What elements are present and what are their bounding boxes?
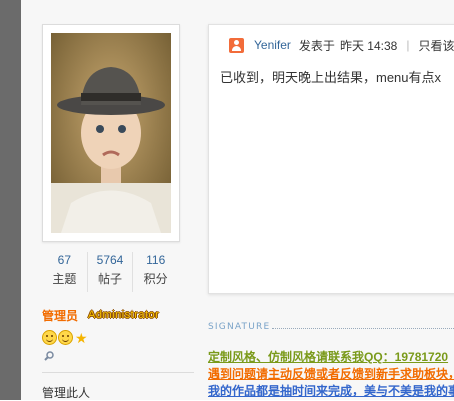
stat-threads[interactable]: 67 主题: [42, 252, 88, 292]
post-author-link[interactable]: Yenifer: [254, 38, 291, 52]
stat-threads-label: 主题: [52, 272, 77, 286]
user-role: 管理员 Administrator: [42, 306, 159, 324]
header-separator: |: [406, 38, 410, 52]
role-title: Administrator: [88, 309, 160, 321]
role-name[interactable]: 管理员: [42, 307, 78, 324]
stat-credits[interactable]: 116 积分: [133, 252, 178, 292]
signature-divider: [272, 328, 454, 329]
manage-user-link[interactable]: 管理此人: [42, 384, 90, 401]
stat-threads-value[interactable]: 67: [42, 252, 87, 268]
posted-label: 发表于: [298, 38, 335, 53]
signature-line-note[interactable]: 我的作品都是抽时间来完成，美与不美是我的事: [208, 382, 454, 399]
signature-label: SIGNATURE: [208, 322, 271, 332]
post-content-card: Yenifer 发表于 昨天 14:38 | 只看该 已收到，明天晚上出结果，m…: [208, 24, 454, 294]
post-header: Yenifer 发表于 昨天 14:38 | 只看该: [229, 37, 454, 53]
stat-posts[interactable]: 5764 帖子: [88, 252, 134, 292]
magic-tool-icon[interactable]: [44, 351, 54, 361]
smiley-medal-icon[interactable]: [58, 330, 73, 345]
stat-credits-value[interactable]: 116: [133, 252, 178, 268]
medal-list: ★: [42, 330, 88, 345]
stat-posts-value[interactable]: 5764: [88, 252, 133, 268]
stat-posts-label: 帖子: [98, 272, 123, 286]
avatar-photo: [51, 33, 171, 233]
stat-credits-label: 积分: [143, 272, 168, 286]
view-author-only-link[interactable]: 只看该: [418, 37, 454, 54]
avatar[interactable]: [42, 24, 180, 242]
user-profile-panel: 67 主题 5764 帖子 116 积分 管理员 Administrator ★…: [21, 0, 201, 400]
user-online-icon: [229, 37, 244, 53]
window-left-edge: [0, 0, 21, 400]
profile-divider: [42, 372, 194, 373]
post-body-text: 已收到，明天晚上出结果，menu有点x: [220, 70, 442, 85]
smiley-medal-icon[interactable]: [42, 330, 57, 345]
signature-line-feedback[interactable]: 遇到问题请主动反馈或者反馈到新手求助板块，: [208, 365, 454, 382]
star-icon[interactable]: ★: [75, 331, 88, 345]
signature-line-contact[interactable]: 定制风格、仿制风格请联系我QQ：19781720: [208, 348, 448, 365]
post-time: 昨天 14:38: [339, 38, 398, 53]
user-stats: 67 主题 5764 帖子 116 积分: [42, 252, 178, 292]
